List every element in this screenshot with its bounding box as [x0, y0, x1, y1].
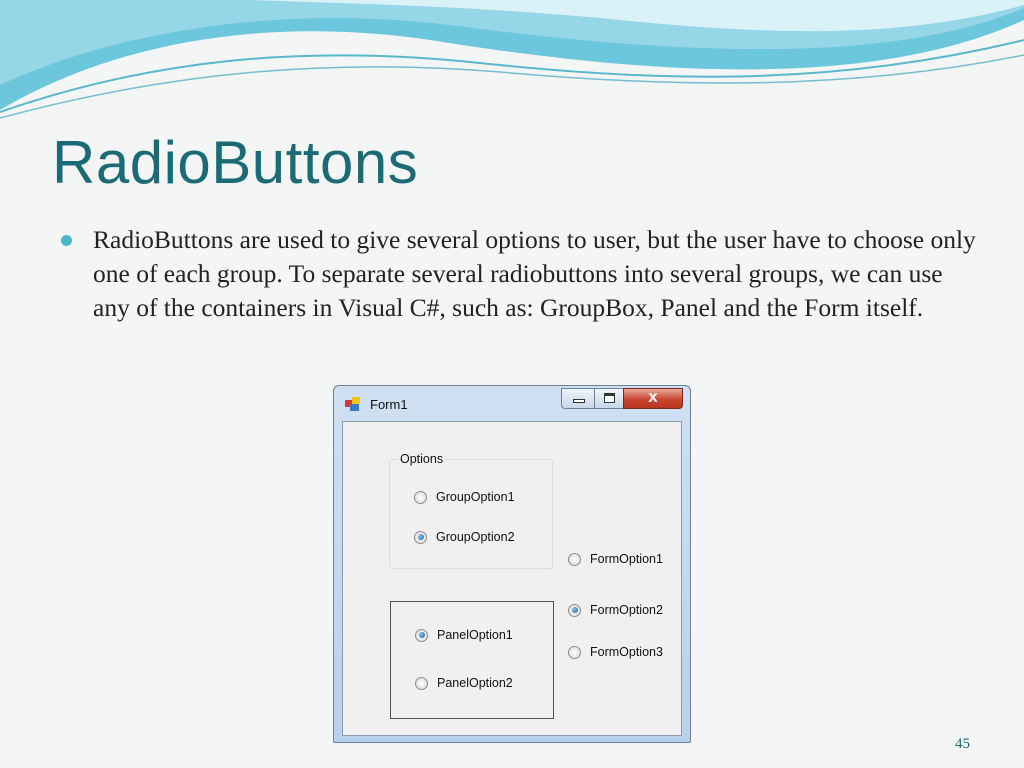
radio-circle[interactable]: [414, 530, 427, 544]
radio-form-option-1[interactable]: FormOption1: [568, 552, 663, 566]
close-button[interactable]: x: [623, 387, 683, 409]
groupbox-options: Options GroupOption1 GroupOption2: [389, 452, 553, 569]
page-number: 45: [955, 736, 970, 752]
radio-panel-option-1[interactable]: PanelOption1: [415, 628, 513, 642]
slide-title: RadioButtons: [52, 129, 419, 196]
radio-form-option-2[interactable]: FormOption2: [568, 603, 663, 617]
radio-group-option-1[interactable]: GroupOption1: [414, 490, 515, 504]
maximize-button[interactable]: [594, 388, 624, 409]
radio-label: GroupOption2: [436, 530, 515, 544]
minimize-icon: [573, 399, 585, 403]
radio-circle[interactable]: [415, 676, 428, 690]
radio-circle[interactable]: [415, 628, 428, 642]
radio-form-option-3[interactable]: FormOption3: [568, 645, 663, 659]
groupbox-caption: Options: [398, 452, 446, 466]
radio-label: GroupOption1: [436, 490, 515, 504]
radio-group-option-2[interactable]: GroupOption2: [414, 530, 515, 544]
maximize-icon: [604, 393, 615, 403]
radio-panel-option-2[interactable]: PanelOption2: [415, 676, 513, 690]
wave-decoration: [0, 0, 1024, 119]
radio-circle[interactable]: [568, 645, 581, 659]
radio-label: FormOption2: [590, 603, 663, 617]
window-title: Form1: [370, 397, 408, 412]
radio-label: PanelOption2: [437, 676, 513, 690]
radio-circle[interactable]: [568, 552, 581, 566]
panel-container: PanelOption1 PanelOption2: [390, 601, 554, 719]
bullet-text: RadioButtons are used to give several op…: [93, 225, 976, 322]
title-bar[interactable]: Form1 x: [334, 386, 690, 420]
close-icon: x: [648, 387, 658, 406]
bullet-item: RadioButtons are used to give several op…: [58, 223, 978, 325]
radio-label: PanelOption1: [437, 628, 513, 642]
minimize-button[interactable]: [561, 388, 595, 409]
form-app-icon: [345, 397, 360, 411]
form-client-area: Options GroupOption1 GroupOption2 PanelO…: [342, 421, 682, 736]
radio-label: FormOption3: [590, 645, 663, 659]
radio-circle[interactable]: [568, 603, 581, 617]
bullet-icon: [61, 235, 72, 246]
radio-circle[interactable]: [414, 490, 427, 504]
radio-label: FormOption1: [590, 552, 663, 566]
form-window: Form1 x Options GroupOption1 GroupOption…: [333, 385, 691, 743]
